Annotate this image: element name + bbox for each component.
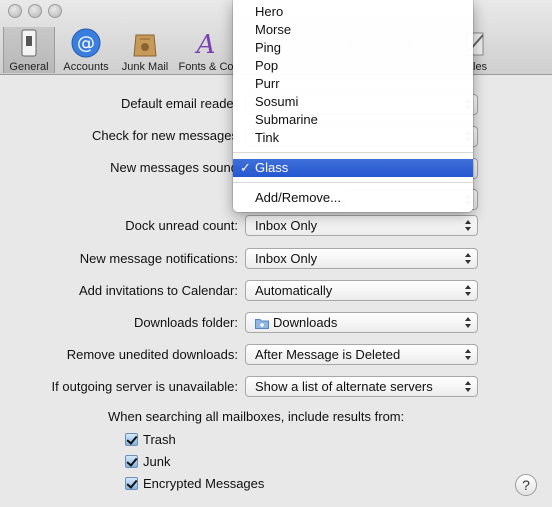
new-messages-sound-label: New messages sound bbox=[110, 160, 238, 175]
junk-checkbox-label: Junk bbox=[143, 453, 171, 469]
dock-unread-popup[interactable]: Inbox Only bbox=[245, 215, 478, 236]
menu-item-hero[interactable]: Hero bbox=[233, 3, 473, 21]
popup-arrows-icon bbox=[465, 347, 472, 362]
help-button[interactable]: ? bbox=[515, 474, 537, 496]
encrypted-messages-checkbox-label: Encrypted Messages bbox=[143, 475, 265, 491]
trash-checkbox-label: Trash bbox=[143, 431, 176, 447]
search-mailboxes-heading: When searching all mailboxes, include re… bbox=[108, 409, 405, 424]
popup-arrows-icon bbox=[465, 218, 472, 233]
junk-checkbox[interactable] bbox=[125, 454, 138, 468]
new-message-notifications-label: New message notifications: bbox=[79, 251, 238, 266]
tab-junk-mail[interactable]: Junk Mail bbox=[118, 27, 172, 73]
popup-arrows-icon bbox=[465, 379, 472, 394]
minimize-window-button[interactable] bbox=[28, 4, 42, 18]
dock-unread-value: Inbox Only bbox=[255, 218, 318, 233]
sound-dropdown-menu: Hero Morse Ping Pop Purr Sosumi Submarin… bbox=[233, 0, 473, 212]
add-invitations-value: Automatically bbox=[255, 283, 333, 298]
tab-junk-mail-label: Junk Mail bbox=[121, 61, 169, 73]
check-new-messages-label: Check for new messages bbox=[92, 128, 238, 143]
add-invitations-label: Add invitations to Calendar: bbox=[79, 283, 238, 298]
new-message-notifications-popup[interactable]: Inbox Only bbox=[245, 248, 478, 269]
tab-fonts-colors[interactable]: A Fonts & Co bbox=[177, 27, 235, 73]
remove-unedited-value: After Message is Deleted bbox=[255, 347, 401, 362]
tab-accounts[interactable]: @ Accounts bbox=[58, 27, 114, 73]
downloads-folder-value: Downloads bbox=[273, 315, 338, 330]
tab-accounts-label: Accounts bbox=[63, 61, 109, 73]
menu-item-tink[interactable]: Tink bbox=[233, 129, 473, 147]
tab-general-label: General bbox=[9, 61, 49, 73]
font-a-icon: A bbox=[190, 27, 222, 60]
folder-icon bbox=[255, 315, 269, 332]
tab-fonts-colors-label: Fonts & Co bbox=[178, 61, 234, 73]
trash-checkbox[interactable] bbox=[125, 432, 138, 446]
menu-item-ping[interactable]: Ping bbox=[233, 39, 473, 57]
popup-arrows-icon bbox=[465, 251, 472, 266]
svg-text:A: A bbox=[195, 30, 216, 59]
trash-checkbox-row[interactable]: Trash bbox=[125, 430, 176, 448]
junk-bag-icon bbox=[129, 27, 161, 59]
encrypted-messages-checkbox[interactable] bbox=[125, 476, 138, 490]
checkmark-icon: ✓ bbox=[240, 160, 251, 175]
at-sign-icon: @ bbox=[70, 27, 102, 59]
switch-icon bbox=[13, 27, 45, 59]
menu-item-purr[interactable]: Purr bbox=[233, 75, 473, 93]
downloads-folder-popup[interactable]: Downloads bbox=[245, 312, 478, 333]
new-message-notifications-value: Inbox Only bbox=[255, 251, 318, 266]
menu-item-pop[interactable]: Pop bbox=[233, 57, 473, 75]
menu-item-glass-selected[interactable]: ✓ Glass bbox=[233, 159, 473, 177]
add-invitations-popup[interactable]: Automatically bbox=[245, 280, 478, 301]
menu-separator bbox=[233, 182, 473, 183]
zoom-window-button[interactable] bbox=[48, 4, 62, 18]
menu-item-glass-label: Glass bbox=[255, 160, 289, 175]
default-email-reader-label: Default email reader bbox=[120, 96, 238, 111]
tab-general[interactable]: General bbox=[3, 27, 55, 73]
downloads-folder-label: Downloads folder: bbox=[133, 315, 238, 330]
remove-unedited-popup[interactable]: After Message is Deleted bbox=[245, 344, 478, 365]
encrypted-messages-checkbox-row[interactable]: Encrypted Messages bbox=[125, 474, 264, 492]
remove-unedited-label: Remove unedited downloads: bbox=[66, 347, 238, 362]
dock-unread-label: Dock unread count: bbox=[125, 218, 238, 233]
mail-preferences-window: General @ Accounts Junk Mail A Fonts & C… bbox=[0, 0, 552, 507]
outgoing-server-popup[interactable]: Show a list of alternate servers bbox=[245, 376, 478, 397]
svg-text:@: @ bbox=[77, 33, 95, 54]
menu-item-submarine[interactable]: Submarine bbox=[233, 111, 473, 129]
close-window-button[interactable] bbox=[8, 4, 22, 18]
outgoing-server-value: Show a list of alternate servers bbox=[255, 379, 433, 394]
menu-item-morse[interactable]: Morse bbox=[233, 21, 473, 39]
popup-arrows-icon bbox=[465, 283, 472, 298]
menu-item-add-remove[interactable]: Add/Remove... bbox=[233, 189, 473, 207]
menu-item-sosumi[interactable]: Sosumi bbox=[233, 93, 473, 111]
menu-separator bbox=[233, 152, 473, 153]
outgoing-server-label: If outgoing server is unavailable: bbox=[51, 379, 238, 394]
junk-checkbox-row[interactable]: Junk bbox=[125, 452, 170, 470]
popup-arrows-icon bbox=[465, 315, 472, 330]
